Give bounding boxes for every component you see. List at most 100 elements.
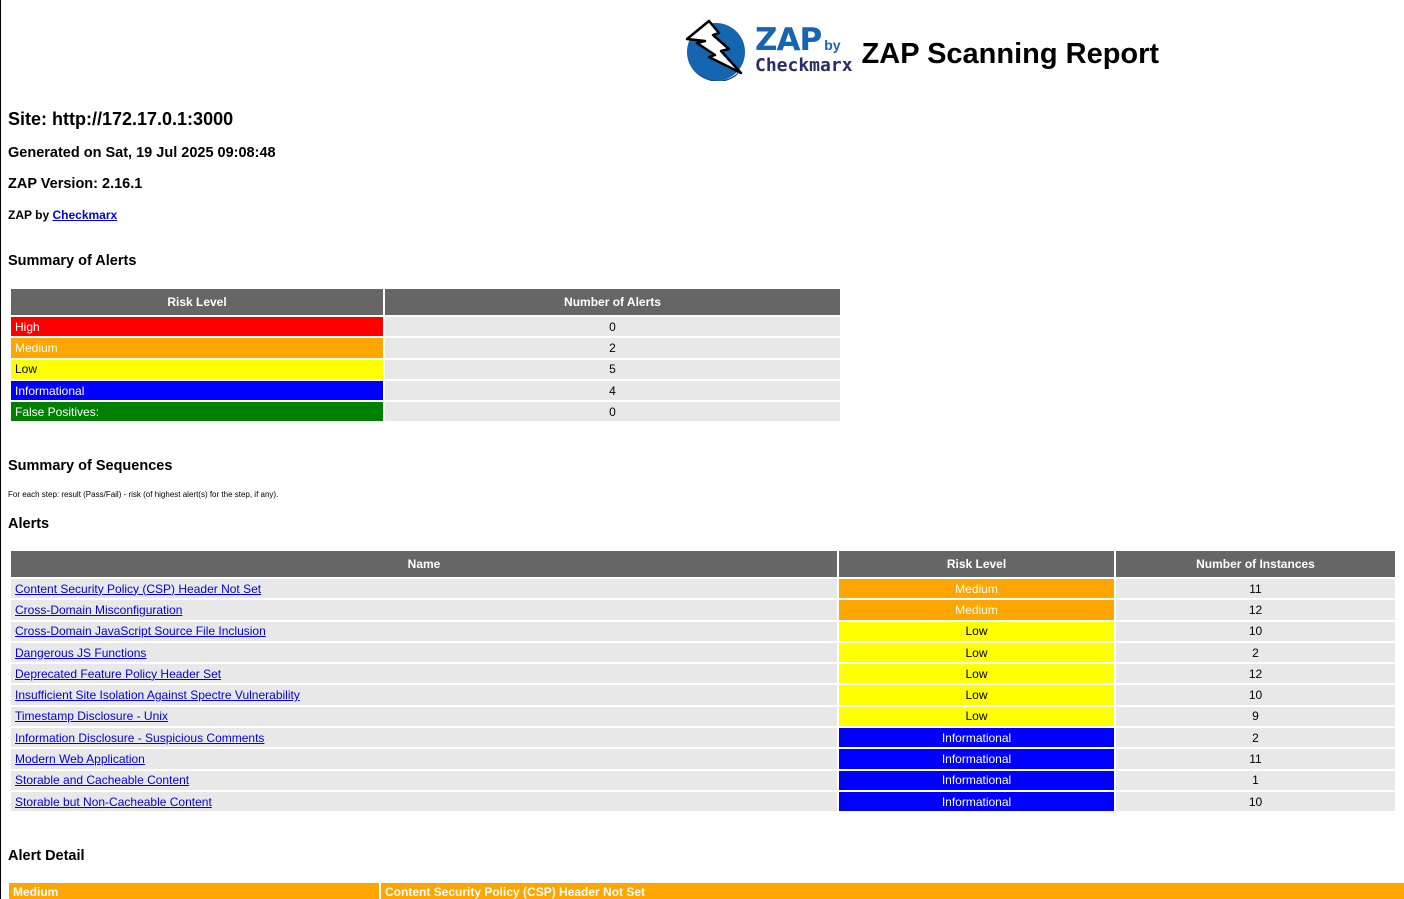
table-row: Storable but Non-Cacheable Content Infor… — [11, 791, 1395, 812]
alert-name-link[interactable]: Cross-Domain JavaScript Source File Incl… — [15, 624, 266, 638]
alert-detail-heading: Alert Detail — [8, 848, 85, 864]
zap-version: ZAP Version: 2.16.1 — [8, 176, 143, 192]
alert-count-cell: 4 — [385, 380, 840, 401]
table-row: Insufficient Site Isolation Against Spec… — [11, 685, 1395, 705]
table-row: Low 5 — [11, 359, 840, 379]
alert-name-cell: Modern Web Application — [11, 749, 837, 769]
alert-instances-cell: 1 — [1116, 770, 1395, 790]
alert-risk-cell: Low — [839, 664, 1114, 684]
alert-name-link[interactable]: Information Disclosure - Suspicious Comm… — [15, 731, 264, 745]
alert-risk-cell: Low — [839, 621, 1114, 641]
column-header-number-of-instances: Number of Instances — [1116, 551, 1395, 577]
alert-instances-cell: 2 — [1116, 728, 1395, 748]
table-row: Information Disclosure - Suspicious Comm… — [11, 728, 1395, 748]
logo-checkmarx-text: Checkmarx — [755, 55, 853, 76]
risk-level-cell: Medium — [11, 338, 383, 358]
zap-checkmarx-logo: ZAP by Checkmarx — [683, 16, 853, 82]
alert-instances-cell: 9 — [1116, 706, 1395, 727]
alert-name-cell: Insufficient Site Isolation Against Spec… — [11, 685, 837, 705]
alert-name-link[interactable]: Modern Web Application — [15, 752, 145, 766]
risk-level-cell: High — [11, 317, 383, 337]
alert-risk-cell: Informational — [839, 770, 1114, 790]
alert-instances-cell: 12 — [1116, 664, 1395, 684]
alerts-heading: Alerts — [8, 516, 50, 532]
alerts-table: Name Risk Level Number of Instances Cont… — [9, 549, 1397, 813]
table-row: Medium 2 — [11, 338, 840, 358]
table-row: High 0 — [11, 317, 840, 337]
alert-name-cell: Cross-Domain JavaScript Source File Incl… — [11, 621, 837, 641]
alert-risk-cell: Low — [839, 685, 1114, 705]
alert-name-link[interactable]: Timestamp Disclosure - Unix — [15, 709, 168, 723]
table-row: Informational 4 — [11, 380, 840, 401]
table-row: Deprecated Feature Policy Header Set Low… — [11, 664, 1395, 684]
alert-name-cell: Cross-Domain Misconfiguration — [11, 600, 837, 620]
site-heading: Site: http://172.17.0.1:3000 — [8, 109, 234, 129]
alert-instances-cell: 11 — [1116, 749, 1395, 769]
alert-detail-header-row: Medium Content Security Policy (CSP) Hea… — [9, 883, 1404, 899]
alert-instances-cell: 11 — [1116, 579, 1395, 599]
alert-name-cell: Storable but Non-Cacheable Content — [11, 791, 837, 812]
column-header-name: Name — [11, 551, 837, 577]
logo-zap-text: ZAP — [755, 22, 822, 58]
alert-instances-cell: 10 — [1116, 791, 1395, 812]
checkmarx-link[interactable]: Checkmarx — [52, 208, 117, 222]
alert-instances-cell: 10 — [1116, 685, 1395, 705]
alert-count-cell: 2 — [385, 338, 840, 358]
risk-level-cell: Informational — [11, 380, 383, 401]
alert-name-cell: Information Disclosure - Suspicious Comm… — [11, 728, 837, 748]
sequences-note: For each step: result (Pass/Fail) - risk… — [8, 490, 279, 499]
table-row: Dangerous JS Functions Low 2 — [11, 642, 1395, 663]
table-row: False Positives: 0 — [11, 402, 840, 422]
alert-name-link[interactable]: Deprecated Feature Policy Header Set — [15, 667, 221, 681]
zap-by-prefix: ZAP by — [8, 208, 53, 222]
report-title: ZAP Scanning Report — [861, 37, 1160, 70]
alert-risk-cell: Informational — [839, 728, 1114, 748]
alert-name-link[interactable]: Content Security Policy (CSP) Header Not… — [15, 582, 261, 596]
alert-instances-cell: 2 — [1116, 642, 1395, 663]
alert-risk-cell: Informational — [839, 749, 1114, 769]
alert-risk-cell: Medium — [839, 579, 1114, 599]
alert-instances-cell: 12 — [1116, 600, 1395, 620]
alert-name-cell: Dangerous JS Functions — [11, 642, 837, 663]
column-header-risk-level: Risk Level — [839, 551, 1114, 577]
alert-risk-cell: Low — [839, 642, 1114, 663]
alert-name-cell: Content Security Policy (CSP) Header Not… — [11, 579, 837, 599]
alert-name-cell: Deprecated Feature Policy Header Set — [11, 664, 837, 684]
alert-count-cell: 5 — [385, 359, 840, 379]
table-row: Content Security Policy (CSP) Header Not… — [11, 579, 1395, 599]
table-row: Cross-Domain JavaScript Source File Incl… — [11, 621, 1395, 641]
column-header-number-of-alerts: Number of Alerts — [385, 289, 840, 315]
risk-level-cell: False Positives: — [11, 402, 383, 422]
alert-risk-cell: Low — [839, 706, 1114, 727]
logo-by-text: by — [824, 37, 841, 53]
summary-alerts-table: Risk Level Number of Alerts High 0 Mediu… — [9, 287, 842, 423]
alert-detail-risk: Medium — [9, 883, 379, 899]
lightning-bolt-icon — [685, 19, 745, 81]
table-row: Cross-Domain Misconfiguration Medium 12 — [11, 600, 1395, 620]
alert-name-link[interactable]: Storable and Cacheable Content — [15, 773, 189, 787]
alert-name-cell: Timestamp Disclosure - Unix — [11, 706, 837, 727]
summary-of-alerts-heading: Summary of Alerts — [8, 253, 137, 269]
alert-name-cell: Storable and Cacheable Content — [11, 770, 837, 790]
risk-level-cell: Low — [11, 359, 383, 379]
table-header-row: Risk Level Number of Alerts — [11, 289, 840, 315]
alert-name-link[interactable]: Insufficient Site Isolation Against Spec… — [15, 688, 300, 702]
summary-of-sequences-heading: Summary of Sequences — [8, 458, 173, 474]
table-row: Storable and Cacheable Content Informati… — [11, 770, 1395, 790]
alert-instances-cell: 10 — [1116, 621, 1395, 641]
generated-date: Generated on Sat, 19 Jul 2025 09:08:48 — [8, 145, 276, 161]
alert-count-cell: 0 — [385, 317, 840, 337]
alert-detail-name: Content Security Policy (CSP) Header Not… — [381, 883, 1404, 899]
column-header-risk-level: Risk Level — [11, 289, 383, 315]
alert-risk-cell: Informational — [839, 791, 1114, 812]
table-header-row: Name Risk Level Number of Instances — [11, 551, 1395, 577]
alert-count-cell: 0 — [385, 402, 840, 422]
alert-name-link[interactable]: Cross-Domain Misconfiguration — [15, 603, 182, 617]
table-row: Timestamp Disclosure - Unix Low 9 — [11, 706, 1395, 727]
alert-name-link[interactable]: Dangerous JS Functions — [15, 646, 146, 660]
table-row: Modern Web Application Informational 11 — [11, 749, 1395, 769]
report-header: ZAP by Checkmarx ZAP Scanning Report — [683, 14, 1159, 84]
alert-risk-cell: Medium — [839, 600, 1114, 620]
zap-by-line: ZAP by Checkmarx — [8, 208, 117, 222]
alert-name-link[interactable]: Storable but Non-Cacheable Content — [15, 795, 212, 809]
